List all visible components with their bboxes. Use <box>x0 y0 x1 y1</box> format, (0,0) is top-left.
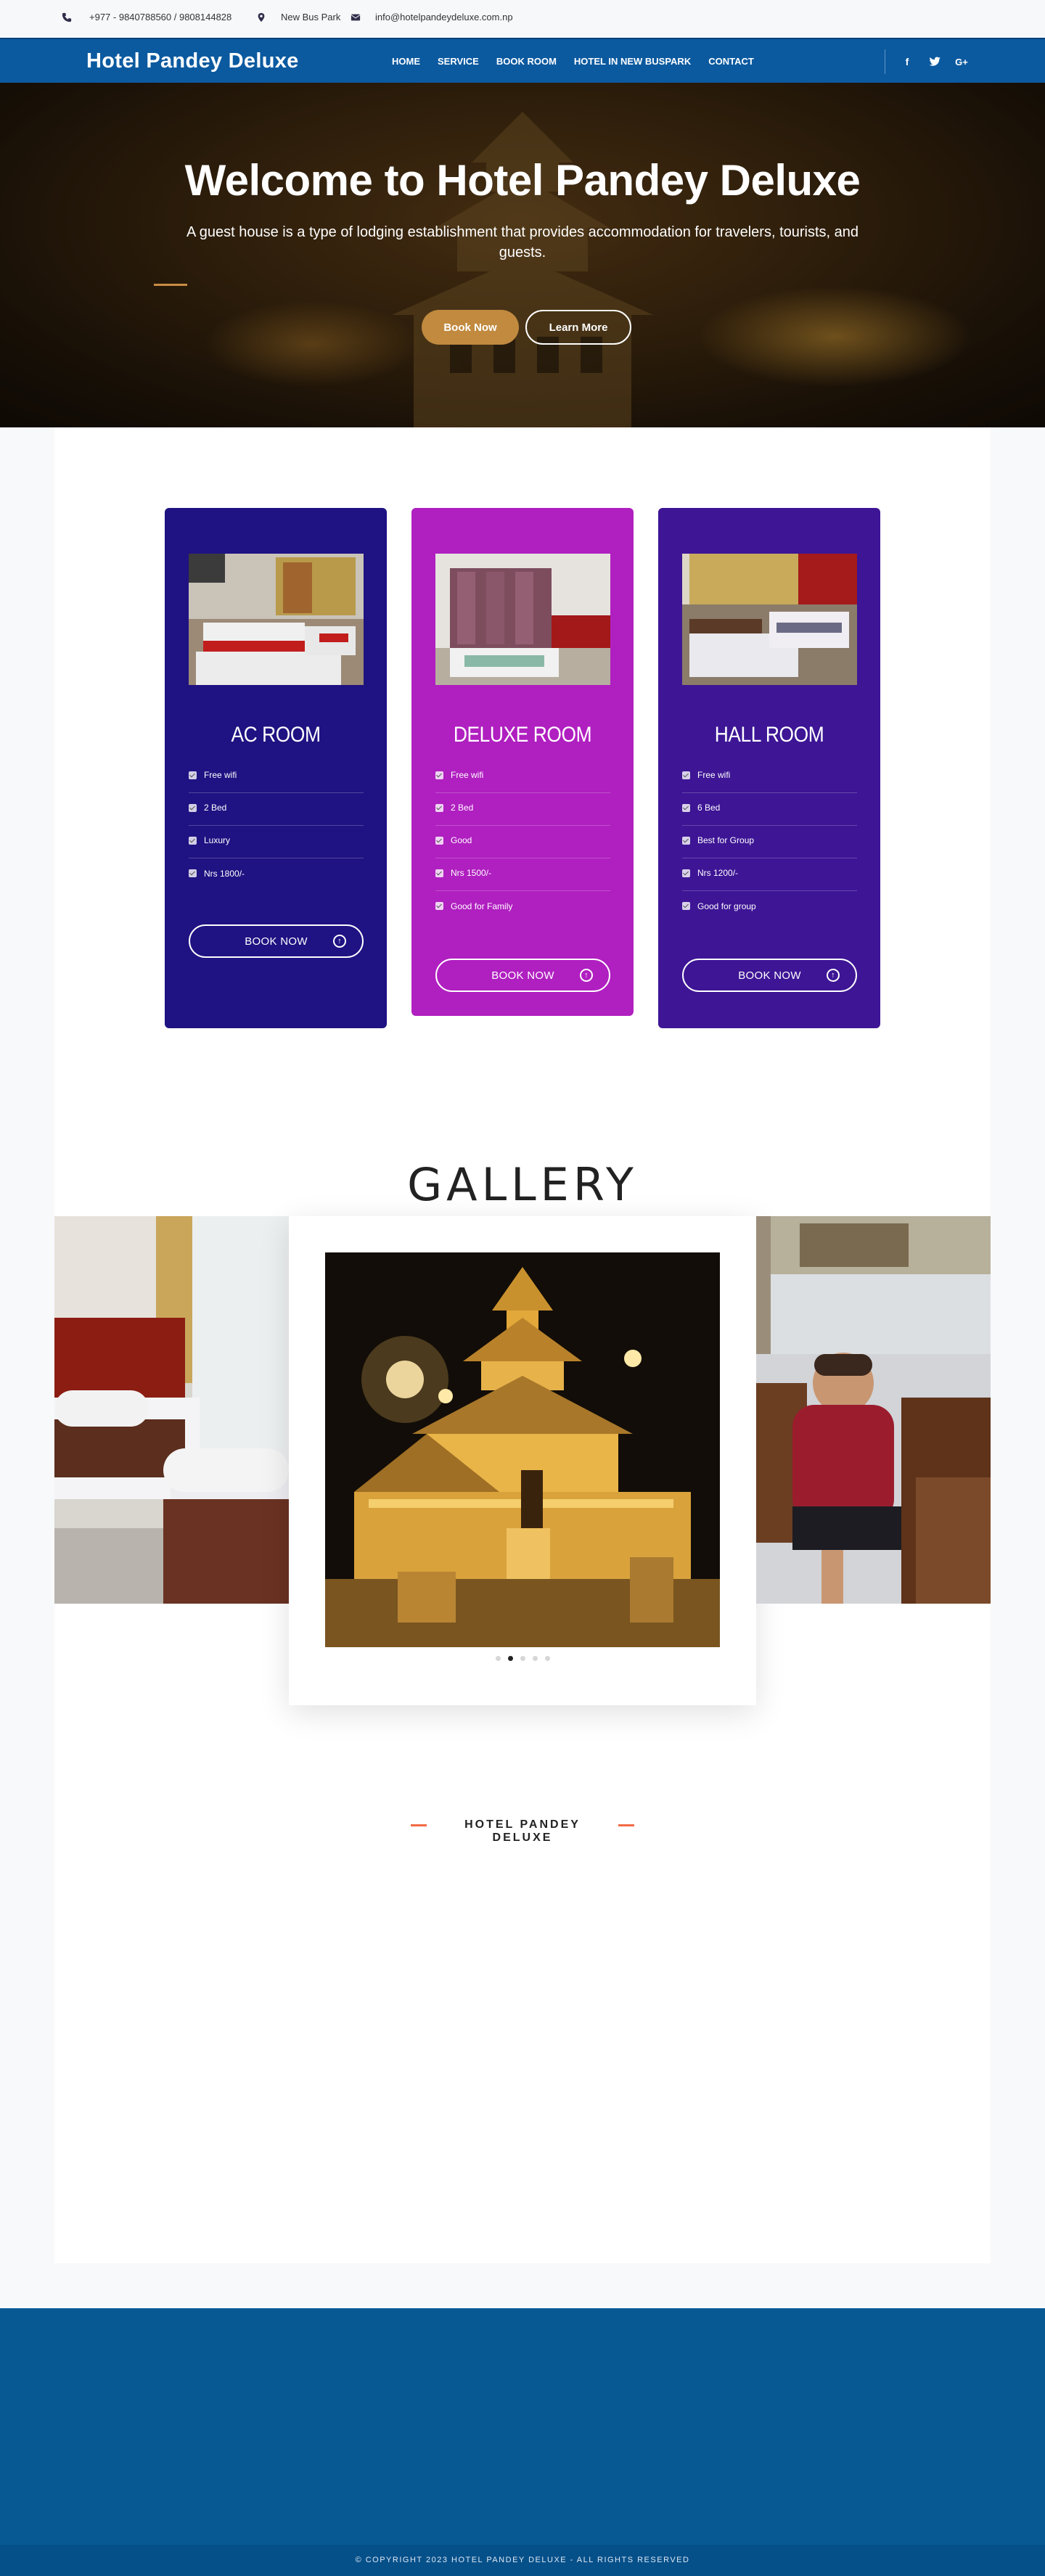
address-info: New Bus Park <box>256 12 340 22</box>
heading-accent-left <box>411 1824 427 1826</box>
check-icon <box>682 836 690 845</box>
check-icon <box>435 836 443 845</box>
hero-book-now-button[interactable]: Book Now <box>422 310 519 345</box>
gallery-slide-active <box>289 1216 756 1705</box>
gallery-slide-next[interactable] <box>756 1216 991 1604</box>
google-plus-icon[interactable]: G+ <box>954 54 970 70</box>
email-text[interactable]: info@hotelpandeydeluxe.com.np <box>375 12 513 22</box>
phone-icon <box>62 12 72 22</box>
check-icon <box>435 771 443 779</box>
room-card-hall: HALL ROOM Free wifi 6 Bed Best for Group… <box>658 508 880 1028</box>
phone-info: +977 - 9840788560 / 9808144828 <box>62 12 231 22</box>
envelope-icon <box>351 14 361 20</box>
book-now-button-hall[interactable]: BOOK NOW ↑ <box>682 959 857 992</box>
list-item: Nrs 1500/- <box>435 858 610 891</box>
gallery-image-temple[interactable] <box>325 1252 720 1647</box>
copyright-bar: © COPYRIGHT 2023 HOTEL PANDEY DELUXE - A… <box>0 2545 1045 2576</box>
map-marker-icon <box>258 12 265 22</box>
hero-learn-more-button[interactable]: Learn More <box>525 310 631 345</box>
room-card-ac: AC ROOM Free wifi 2 Bed Luxury Nrs 1800/… <box>165 508 387 1028</box>
check-icon <box>435 902 443 910</box>
room-features-hall: Free wifi 6 Bed Best for Group Nrs 1200/… <box>682 760 857 924</box>
list-item: Free wifi <box>189 760 364 793</box>
check-icon <box>189 803 197 812</box>
arrow-up-circle-icon: ↑ <box>580 969 593 982</box>
main-navbar: Hotel Pandey Deluxe HOME SERVICE BOOK RO… <box>0 38 1045 83</box>
list-item: Best for Group <box>682 826 857 858</box>
room-features-ac: Free wifi 2 Bed Luxury Nrs 1800/- <box>189 760 364 891</box>
room-photo-deluxe <box>435 554 610 685</box>
list-item: 6 Bed <box>682 793 857 826</box>
carousel-dot[interactable] <box>495 1656 501 1661</box>
check-icon <box>189 836 197 845</box>
nav-home[interactable]: HOME <box>392 56 420 67</box>
check-icon <box>435 803 443 812</box>
room-photo-ac <box>189 554 364 685</box>
arrow-up-circle-icon: ↑ <box>333 935 346 948</box>
phone-text[interactable]: +977 - 9840788560 / 9808144828 <box>89 12 231 22</box>
carousel-dot[interactable] <box>520 1656 525 1661</box>
room-title-hall: HALL ROOM <box>714 723 824 747</box>
brand-logo[interactable]: Hotel Pandey Deluxe <box>86 49 299 73</box>
list-item: Free wifi <box>682 760 857 793</box>
book-now-button-ac[interactable]: BOOK NOW ↑ <box>189 924 364 958</box>
list-item: Good for group <box>682 891 857 924</box>
check-icon <box>682 803 690 812</box>
nav-hotel-new-buspark[interactable]: HOTEL IN NEW BUSPARK <box>574 56 691 67</box>
heading-accent-right <box>618 1824 634 1826</box>
carousel-dot-active[interactable] <box>507 1656 513 1661</box>
room-card-deluxe: DELUXE ROOM Free wifi 2 Bed Good Nrs 150… <box>411 508 634 1016</box>
nav-service[interactable]: SERVICE <box>438 56 479 67</box>
room-photo-hall <box>682 554 857 685</box>
nav-menu: HOME SERVICE BOOK ROOM HOTEL IN NEW BUSP… <box>392 56 771 67</box>
list-item: Good for Family <box>435 891 610 924</box>
list-item: Good <box>435 826 610 858</box>
gallery-heading: GALLERY <box>407 1158 638 1211</box>
nav-book-room[interactable]: BOOK ROOM <box>496 56 557 67</box>
room-features-deluxe: Free wifi 2 Bed Good Nrs 1500/- Good for… <box>435 760 610 924</box>
list-item: Luxury <box>189 826 364 858</box>
list-item: 2 Bed <box>189 793 364 826</box>
check-icon <box>682 869 690 877</box>
carousel-dot[interactable] <box>544 1656 550 1661</box>
room-title-deluxe: DELUXE ROOM <box>453 723 592 747</box>
check-icon <box>189 771 197 779</box>
gallery-slide-prev[interactable] <box>54 1216 289 1604</box>
check-icon <box>189 869 197 877</box>
top-info-bar: +977 - 9840788560 / 9808144828 New Bus P… <box>0 0 1045 36</box>
arrow-up-circle-icon: ↑ <box>827 969 840 982</box>
hero-accent-line <box>154 284 187 286</box>
list-item: Nrs 1200/- <box>682 858 857 891</box>
check-icon <box>682 902 690 910</box>
carousel-dots <box>289 1656 756 1661</box>
list-item: 2 Bed <box>435 793 610 826</box>
carousel-dot[interactable] <box>532 1656 538 1661</box>
list-item: Nrs 1800/- <box>189 858 364 891</box>
twitter-icon[interactable] <box>927 54 943 70</box>
hero-title: Welcome to Hotel Pandey Deluxe <box>184 156 861 205</box>
email-info: info@hotelpandeydeluxe.com.np <box>351 12 513 22</box>
list-item: Free wifi <box>435 760 610 793</box>
hero-subtitle: A guest house is a type of lodging estab… <box>186 224 859 261</box>
hero-banner: Welcome to Hotel Pandey Deluxe A guest h… <box>0 83 1045 427</box>
check-icon <box>435 869 443 877</box>
nav-contact[interactable]: CONTACT <box>708 56 754 67</box>
about-section-title: HOTEL PANDEY DELUXE <box>464 1818 581 1844</box>
site-footer <box>0 2308 1045 2545</box>
address-text: New Bus Park <box>281 12 341 22</box>
room-title-ac: AC ROOM <box>231 723 321 747</box>
check-icon <box>682 771 690 779</box>
facebook-icon[interactable]: f <box>899 54 915 70</box>
book-now-button-deluxe[interactable]: BOOK NOW ↑ <box>435 959 610 992</box>
